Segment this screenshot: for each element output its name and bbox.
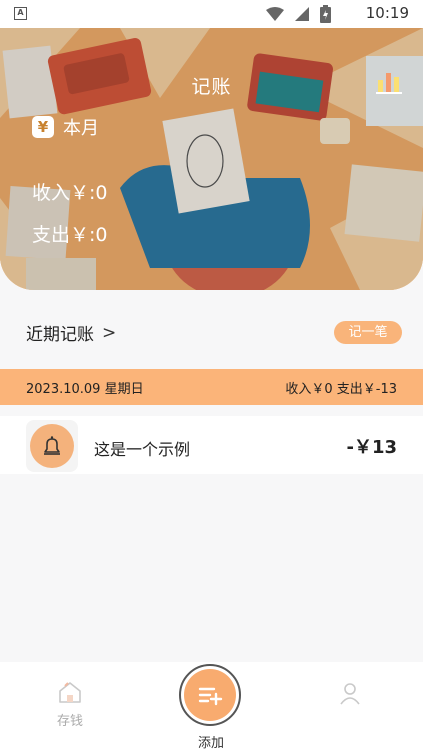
clock: 10:19 <box>365 4 409 22</box>
day-group-header: 2023.10.09 星期日 收入￥0 支出￥-13 <box>0 369 423 405</box>
category-badge <box>30 424 74 468</box>
nav-save-label: 存钱 <box>56 714 83 729</box>
signal-icon <box>295 7 309 21</box>
recent-records-link[interactable]: 近期记账 > <box>26 320 117 346</box>
header-banner: 记账 ¥ 本月 收入￥:0 支出￥:0 <box>0 28 423 290</box>
banner-overlay <box>0 28 423 290</box>
entry-amount: -￥13 <box>346 437 397 458</box>
entry-label: 这是一个示例 <box>94 440 191 459</box>
wifi-icon <box>266 6 284 21</box>
add-button-label: 添加 <box>198 736 225 751</box>
app-notification-icon: A <box>14 7 27 20</box>
add-list-icon <box>198 687 223 706</box>
battery-charging-icon <box>320 5 331 23</box>
bottom-navigation: 存钱 添加 <box>0 662 423 752</box>
bar-chart-icon <box>376 73 402 94</box>
recent-records-title: 近期记账 <box>26 325 94 345</box>
period-selector[interactable]: ¥ 本月 <box>32 114 99 140</box>
nav-item-save[interactable]: 存钱 <box>50 680 90 729</box>
profile-icon <box>340 683 360 705</box>
page-title: 记账 <box>191 76 232 98</box>
bell-icon <box>44 436 60 455</box>
status-bar: A 10:19 <box>0 0 423 28</box>
day-group-summary: 收入￥0 支出￥-13 <box>285 381 397 397</box>
period-label: 本月 <box>63 118 99 139</box>
add-button-circle <box>184 669 236 721</box>
chevron-right-icon: > <box>102 322 117 343</box>
house-icon <box>59 682 81 703</box>
monthly-expense: 支出￥:0 <box>32 224 108 246</box>
add-button[interactable] <box>179 664 241 726</box>
add-record-button[interactable]: 记一笔 <box>334 321 402 344</box>
nav-item-profile[interactable] <box>330 680 370 710</box>
entry-icon-container <box>26 420 78 472</box>
day-group-date: 2023.10.09 星期日 <box>26 381 144 397</box>
list-item[interactable]: 这是一个示例 -￥13 <box>0 416 423 474</box>
statistics-button[interactable] <box>375 68 403 96</box>
yen-icon: ¥ <box>32 116 54 138</box>
monthly-income: 收入￥:0 <box>32 182 108 204</box>
